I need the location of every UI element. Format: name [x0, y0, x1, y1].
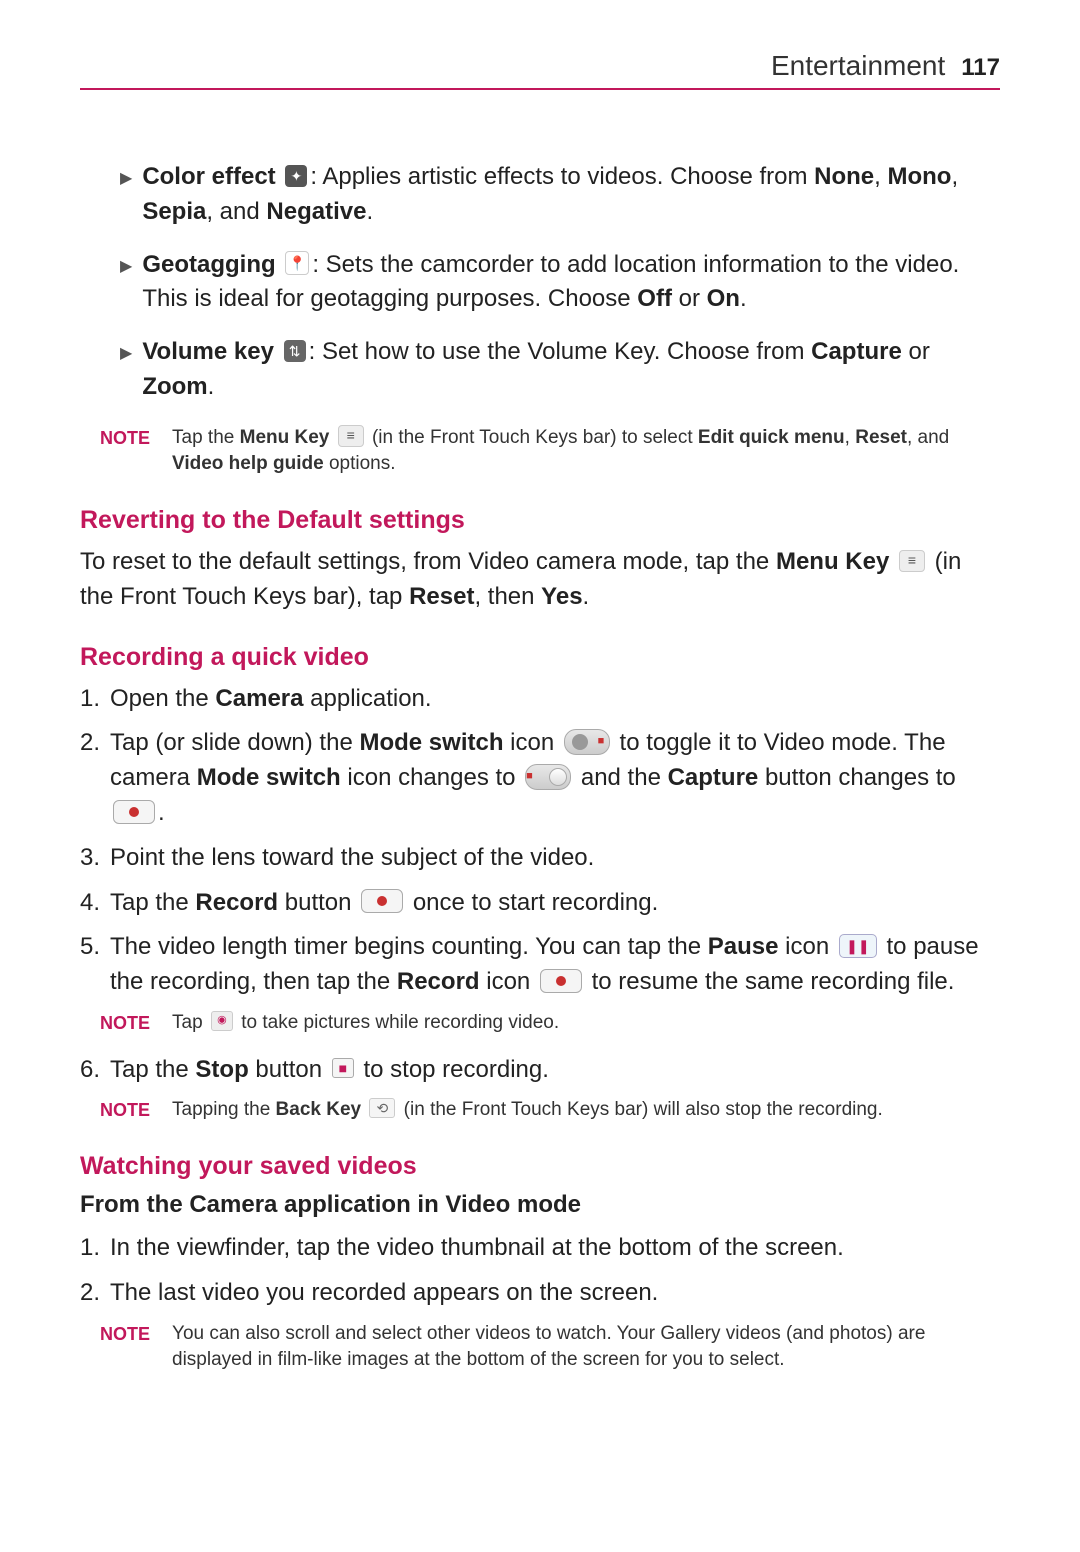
section-title: Entertainment: [771, 50, 945, 82]
location-pin-icon: 📍: [285, 251, 309, 275]
bullet-arrow-icon: ▶: [120, 255, 132, 278]
bullet-arrow-icon: ▶: [120, 342, 132, 365]
palette-icon: ✦: [285, 165, 307, 187]
camera-small-icon: ◉: [211, 1011, 233, 1031]
pause-icon: ❚❚: [839, 934, 877, 958]
bullet-geotagging: ▶ Geotagging 📍: Sets the camcorder to ad…: [120, 248, 1000, 318]
record-button-icon: [361, 889, 403, 913]
watch-step-2: 2. The last video you recorded appears o…: [80, 1276, 1000, 1311]
mode-switch-video-icon: ■: [525, 764, 571, 790]
step-3: 3. Point the lens toward the subject of …: [80, 841, 1000, 876]
subheading-camera-video-mode: From the Camera application in Video mod…: [80, 1191, 1000, 1219]
heading-watching: Watching your saved videos: [80, 1152, 1000, 1181]
step-5: 5. The video length timer begins countin…: [80, 930, 1000, 1000]
mode-switch-camera-icon: ■: [564, 729, 610, 755]
step-1: 1. Open the Camera application.: [80, 682, 1000, 717]
note-gallery: NOTE You can also scroll and select othe…: [100, 1321, 1000, 1374]
menu-key-icon: ≡: [899, 550, 925, 572]
stop-button-icon: ■: [332, 1058, 354, 1078]
para-reverting: To reset to the default settings, from V…: [80, 545, 1000, 615]
step-4: 4. Tap the Record button once to start r…: [80, 886, 1000, 921]
manual-page: Entertainment 117 ▶ Color effect ✦: Appl…: [0, 0, 1080, 1470]
volume-key-icon: ⇅: [284, 340, 306, 362]
menu-key-icon: ≡: [338, 425, 364, 447]
heading-recording: Recording a quick video: [80, 643, 1000, 672]
record-button-icon: [540, 969, 582, 993]
bullet-volume-key: ▶ Volume key ⇅: Set how to use the Volum…: [120, 335, 1000, 405]
note-menu-key: NOTE Tap the Menu Key ≡ (in the Front To…: [100, 425, 1000, 478]
page-number: 117: [961, 54, 1000, 82]
bullet-arrow-icon: ▶: [120, 167, 132, 190]
watch-step-1: 1. In the viewfinder, tap the video thum…: [80, 1231, 1000, 1266]
note-back-key: NOTE Tapping the Back Key ⟲ (in the Fron…: [100, 1097, 1000, 1124]
heading-reverting: Reverting to the Default settings: [80, 506, 1000, 535]
page-header: Entertainment 117: [80, 50, 1000, 90]
step-2: 2. Tap (or slide down) the Mode switch i…: [80, 726, 1000, 830]
back-key-icon: ⟲: [369, 1098, 395, 1118]
watching-steps: 1. In the viewfinder, tap the video thum…: [80, 1231, 1000, 1311]
note-capture-while-recording: NOTE Tap ◉ to take pictures while record…: [100, 1010, 1000, 1037]
bullet-color-effect: ▶ Color effect ✦: Applies artistic effec…: [120, 160, 1000, 230]
feature-bullets: ▶ Color effect ✦: Applies artistic effec…: [120, 160, 1000, 405]
step-6: 6. Tap the Stop button ■ to stop recordi…: [80, 1053, 1000, 1088]
capture-button-icon: [113, 800, 155, 824]
recording-steps: 1. Open the Camera application. 2. Tap (…: [80, 682, 1000, 1000]
